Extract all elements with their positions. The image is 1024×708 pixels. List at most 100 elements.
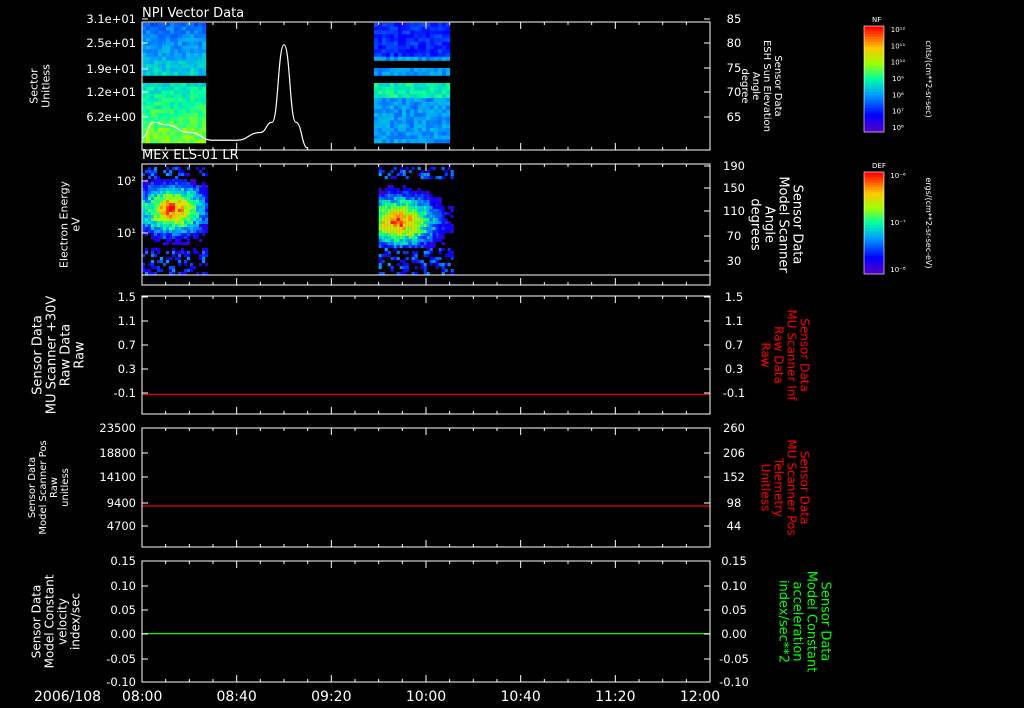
heatmap-cell (425, 109, 431, 114)
heatmap-cell (158, 98, 163, 103)
heatmap-cell (405, 83, 411, 88)
heatmap-cell (384, 176, 388, 180)
heatmap-cell (172, 182, 176, 186)
heatmap-cell (408, 206, 412, 210)
heatmap-cell (389, 34, 395, 39)
heatmap-cell (414, 236, 418, 240)
heatmap-cell (184, 254, 188, 258)
heatmap-cell (417, 49, 423, 54)
heatmap-cell (199, 224, 203, 228)
heatmap-cell (194, 139, 199, 144)
heatmap-cell (397, 116, 403, 121)
panel-frame (141, 295, 711, 415)
heatmap-cell (162, 131, 167, 136)
heatmap-cell (166, 197, 170, 201)
heatmap-cell (187, 203, 191, 207)
colorbar-segment (864, 235, 884, 239)
heatmap-cell (198, 83, 203, 88)
heatmap-cell (405, 233, 409, 237)
heatmap-cell (160, 185, 164, 189)
heatmap-cell (178, 257, 182, 261)
heatmap-cell (181, 191, 185, 195)
panel-4: 235001880014100940047002602061529844Sens… (27, 421, 812, 548)
heatmap-cell (150, 98, 155, 103)
heatmap-cell (429, 124, 435, 129)
heatmap-cell (186, 34, 191, 39)
heatmap-cell (157, 239, 161, 243)
heatmap-cell (198, 53, 203, 58)
heatmap-cell (381, 101, 387, 106)
heatmap-cell (429, 227, 433, 231)
heatmap-cell (423, 224, 427, 228)
heatmap-cell (405, 176, 409, 180)
heatmap-cell (441, 68, 447, 73)
heatmap-cell (432, 239, 436, 243)
heatmap-cell (384, 236, 388, 240)
heatmap-cell (205, 173, 209, 177)
heatmap-cell (160, 200, 164, 204)
heatmap-cell (196, 233, 200, 237)
heatmap-cell (390, 257, 394, 261)
heatmap-cell (385, 38, 391, 43)
heatmap-cell (387, 206, 391, 210)
heatmap-cell (393, 101, 399, 106)
heatmap-cell (158, 23, 163, 28)
heatmap-cell (187, 173, 191, 177)
heatmap-cell (157, 197, 161, 201)
heatmap-cell (162, 38, 167, 43)
heatmap-cell (151, 263, 155, 267)
heatmap-cell (396, 227, 400, 231)
y2-axis-label-line: Sensor Data (798, 318, 812, 392)
heatmap-cell (421, 131, 427, 136)
heatmap-cell (377, 34, 383, 39)
heatmap-cell (202, 200, 206, 204)
y-axis-label-line: Unitless (40, 64, 53, 108)
heatmap-cell (146, 64, 151, 69)
heatmap-cell (377, 98, 383, 103)
colorbar-segment (864, 207, 884, 211)
heatmap-cell (397, 30, 403, 35)
heatmap-cell (387, 173, 391, 177)
heatmap-cell (205, 227, 209, 231)
heatmap-cell (186, 120, 191, 125)
heatmap-cell (387, 188, 391, 192)
y2-axis-label-line: Sensor Data (772, 55, 783, 116)
heatmap-cell (437, 23, 443, 28)
heatmap-cell (178, 239, 182, 243)
heatmap-cell (378, 206, 382, 210)
heatmap-cell (202, 194, 206, 198)
heatmap-cell (378, 188, 382, 192)
heatmap-cell (199, 218, 203, 222)
heatmap-cell (437, 53, 443, 58)
heatmap-cell (385, 98, 391, 103)
heatmap-cell (157, 260, 161, 264)
heatmap-cell (414, 254, 418, 258)
heatmap-cell (445, 45, 451, 50)
heatmap-cell (178, 90, 183, 95)
heatmap-cell (437, 113, 443, 118)
heatmap-cell (373, 116, 379, 121)
heatmap-cell (151, 212, 155, 216)
heatmap-cell (387, 245, 391, 249)
heatmap-cell (160, 182, 164, 186)
heatmap-cell (385, 135, 391, 140)
heatmap-cell (445, 68, 451, 73)
heatmap-cell (175, 197, 179, 201)
heatmap-cell (402, 263, 406, 267)
heatmap-cell (378, 242, 382, 246)
heatmap-cell (393, 212, 397, 216)
heatmap-cell (413, 26, 419, 31)
heatmap-cell (429, 68, 435, 73)
y2-tick-label: 260 (723, 421, 745, 435)
heatmap-cell (445, 94, 451, 99)
heatmap-cell (158, 64, 163, 69)
heatmap-cell (381, 128, 387, 133)
heatmap-cell (190, 120, 195, 125)
heatmap-cell (426, 233, 430, 237)
heatmap-cell (402, 224, 406, 228)
heatmap-cell (187, 233, 191, 237)
heatmap-cell (387, 185, 391, 189)
heatmap-cell (174, 60, 179, 65)
heatmap-cell (150, 90, 155, 95)
heatmap-cell (193, 191, 197, 195)
